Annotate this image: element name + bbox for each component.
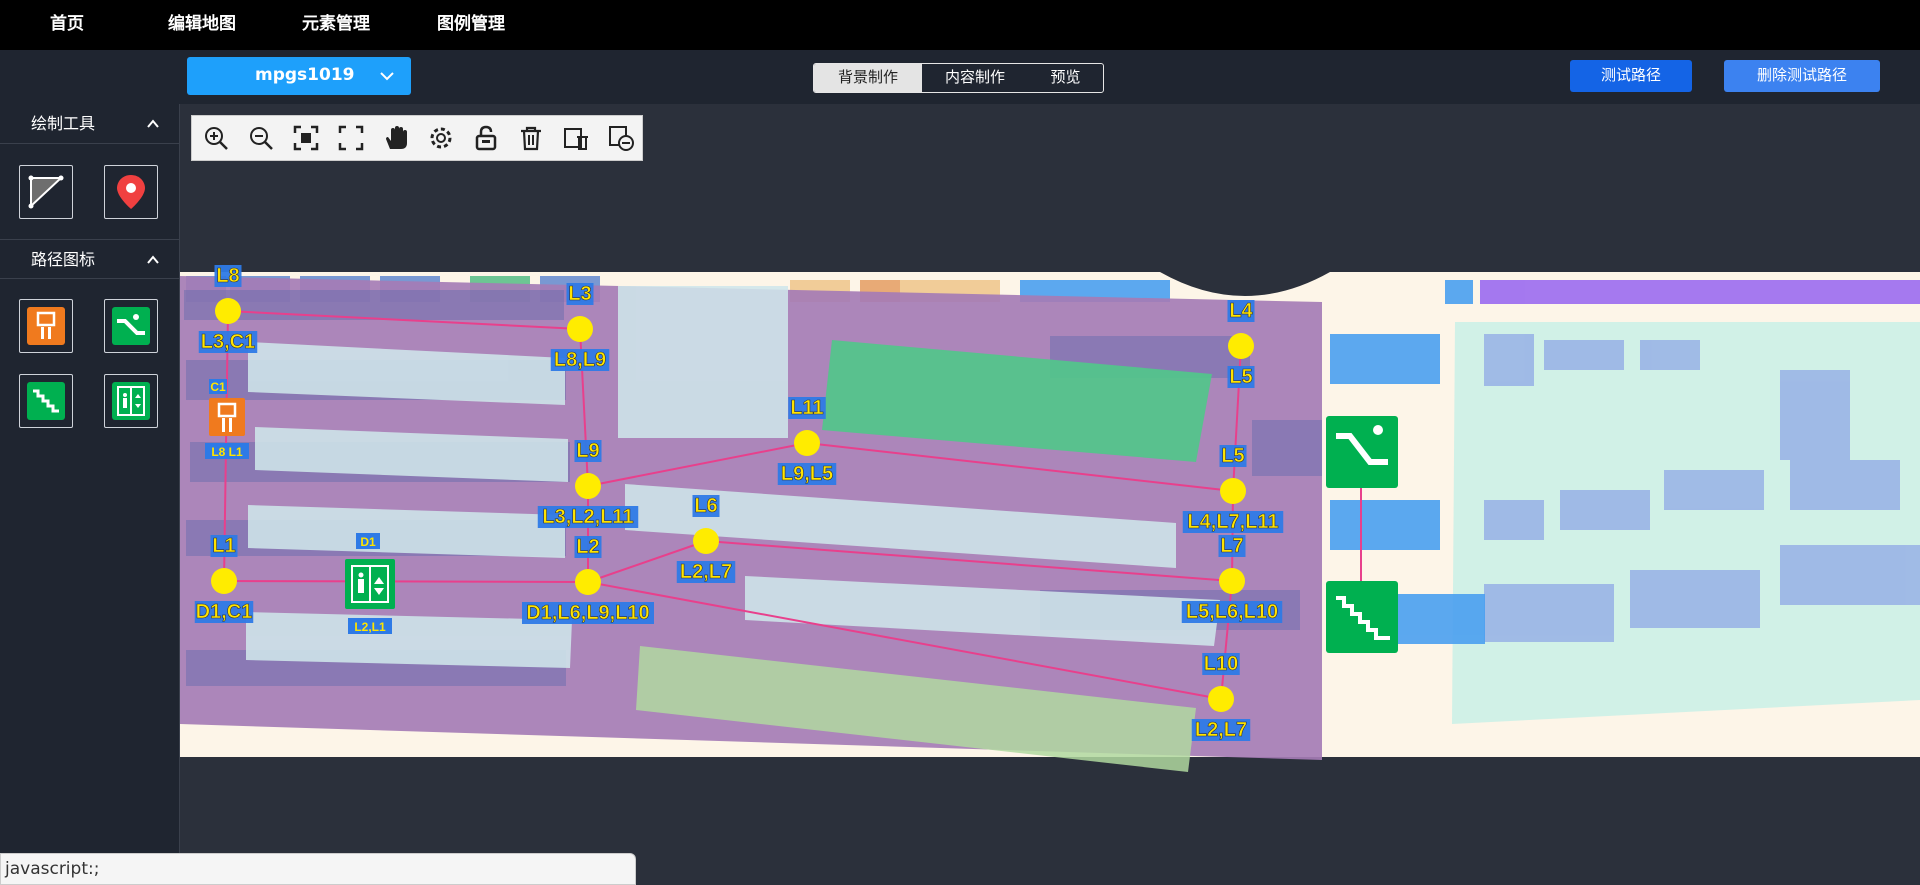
elevator-icon bbox=[27, 307, 65, 345]
lift-icon bbox=[112, 382, 150, 420]
path-node[interactable] bbox=[1228, 333, 1254, 359]
escalator-icon bbox=[112, 307, 150, 345]
node-sub: L2,L7 bbox=[680, 561, 732, 583]
map-select[interactable]: mpgs1019 bbox=[187, 57, 411, 95]
test-path-button[interactable]: 测试路径 bbox=[1570, 60, 1692, 92]
node-label-d1: D1 bbox=[360, 535, 376, 549]
chevron-up-icon bbox=[147, 119, 159, 128]
node-sub: L5,L6,L10 bbox=[1186, 601, 1278, 623]
map-canvas[interactable]: L8 L3,C1 L3 L8,L9 L4 L5 L11 L9,L5 L9 L3,L2,L11 L5 L… bbox=[180, 104, 1920, 885]
settings-gear-icon[interactable] bbox=[428, 125, 454, 151]
draw-tools-title: 绘制工具 bbox=[31, 114, 96, 133]
mode-background[interactable]: 背景制作 bbox=[814, 64, 922, 92]
path-node[interactable] bbox=[693, 528, 719, 554]
delete-layer-icon[interactable] bbox=[563, 125, 589, 151]
map-svg[interactable]: L8 L3,C1 L3 L8,L9 L4 L5 L11 L9,L5 L9 L3,L2,L11 L5 L… bbox=[180, 104, 1920, 885]
unlock-icon[interactable] bbox=[473, 125, 499, 151]
node-label: L3 bbox=[568, 283, 591, 305]
chevron-down-icon bbox=[380, 72, 394, 81]
path-node[interactable] bbox=[1208, 686, 1234, 712]
fit-screen-icon[interactable] bbox=[293, 125, 319, 151]
path-node[interactable] bbox=[575, 569, 601, 595]
node-sub: L5 bbox=[1229, 366, 1252, 388]
node-sub: L8,L9 bbox=[554, 349, 606, 371]
stairs-marker[interactable] bbox=[1326, 581, 1398, 653]
mode-switch: 背景制作 内容制作 预览 bbox=[813, 63, 1104, 93]
path-node[interactable] bbox=[211, 568, 237, 594]
node-label: L6 bbox=[694, 495, 717, 517]
node-sub: L9,L5 bbox=[781, 463, 833, 485]
delete-test-path-button[interactable]: 删除测试路径 bbox=[1724, 60, 1880, 92]
node-label: L11 bbox=[790, 397, 823, 419]
top-navbar: 首页 编辑地图 元素管理 图例管理 bbox=[0, 0, 1920, 50]
elevator-tool[interactable] bbox=[19, 299, 73, 353]
node-label: L2 bbox=[576, 536, 599, 558]
draw-tools-header[interactable]: 绘制工具 bbox=[0, 104, 179, 144]
node-sub: D1,C1 bbox=[196, 601, 253, 623]
fullscreen-icon[interactable] bbox=[338, 125, 364, 151]
path-node[interactable] bbox=[215, 298, 241, 324]
node-sub: L3,C1 bbox=[201, 331, 255, 353]
node-sub: D1,L6,L9,L10 bbox=[526, 602, 649, 624]
location-pin-icon bbox=[117, 175, 145, 209]
mode-preview[interactable]: 预览 bbox=[1028, 64, 1103, 92]
path-node[interactable] bbox=[794, 430, 820, 456]
path-node[interactable] bbox=[575, 473, 601, 499]
node-sub-d1: L2,L1 bbox=[354, 620, 386, 634]
nav-home[interactable]: 首页 bbox=[50, 0, 84, 50]
node-label: L5 bbox=[1221, 445, 1244, 467]
lift-tool[interactable] bbox=[104, 374, 158, 428]
map-select-value: mpgs1019 bbox=[255, 65, 355, 85]
node-sub-c1: L8 L1 bbox=[211, 445, 243, 459]
node-label: L10 bbox=[1204, 653, 1238, 675]
node-sub: L4,L7,L11 bbox=[1187, 511, 1278, 533]
sidebar: 绘制工具 路径图标 bbox=[0, 104, 180, 885]
node-sub: L2,L7 bbox=[1195, 719, 1247, 741]
stairs-tool[interactable] bbox=[19, 374, 73, 428]
node-label: L7 bbox=[1220, 535, 1243, 557]
path-node[interactable] bbox=[1219, 568, 1245, 594]
remove-layer-icon[interactable] bbox=[608, 125, 634, 151]
hand-pan-icon[interactable] bbox=[383, 125, 409, 151]
path-node[interactable] bbox=[567, 316, 593, 342]
draw-polygon-tool[interactable] bbox=[19, 165, 73, 219]
nav-element-management[interactable]: 元素管理 bbox=[302, 0, 370, 50]
map-controls bbox=[191, 115, 643, 161]
mode-content[interactable]: 内容制作 bbox=[922, 64, 1028, 92]
status-bar: javascript:; bbox=[0, 853, 636, 885]
chevron-up-icon bbox=[147, 255, 159, 264]
node-label: L4 bbox=[1229, 300, 1253, 322]
place-marker-tool[interactable] bbox=[104, 165, 158, 219]
nav-legend-management[interactable]: 图例管理 bbox=[437, 0, 505, 50]
path-icons-title: 路径图标 bbox=[31, 250, 96, 269]
node-label: L9 bbox=[576, 440, 599, 462]
escalator-marker[interactable] bbox=[1326, 416, 1398, 488]
path-icons-header[interactable]: 路径图标 bbox=[0, 239, 179, 279]
node-label-c1: C1 bbox=[210, 380, 226, 394]
zoom-out-icon[interactable] bbox=[248, 125, 274, 151]
path-node[interactable] bbox=[1220, 478, 1246, 504]
nav-edit-map[interactable]: 编辑地图 bbox=[168, 0, 236, 50]
node-sub: L3,L2,L11 bbox=[542, 506, 633, 528]
polygon-icon bbox=[28, 175, 64, 209]
stairs-icon bbox=[27, 382, 65, 420]
trash-icon[interactable] bbox=[518, 125, 544, 151]
node-label: L8 bbox=[216, 265, 239, 287]
escalator-tool[interactable] bbox=[104, 299, 158, 353]
node-label: L1 bbox=[212, 535, 235, 557]
zoom-in-icon[interactable] bbox=[203, 125, 229, 151]
